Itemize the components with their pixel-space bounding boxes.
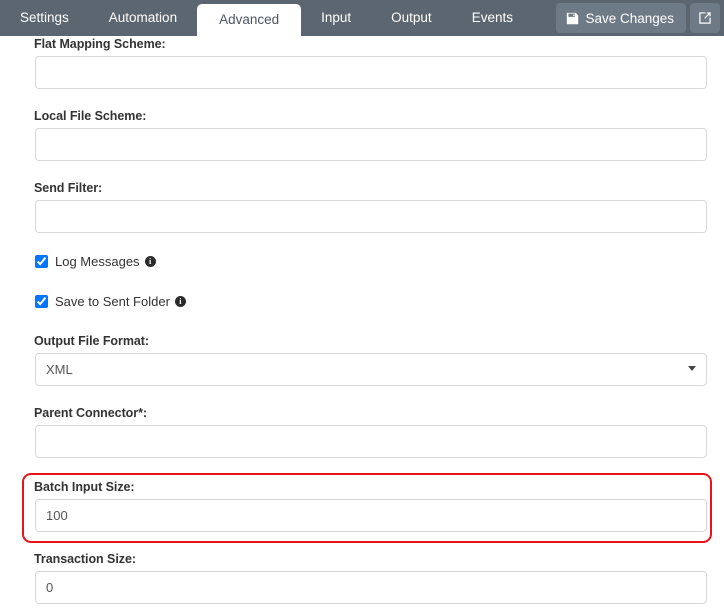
local-file-scheme-label: Local File Scheme: <box>34 109 147 123</box>
info-icon[interactable]: i <box>144 256 156 267</box>
field-save-to-sent-folder: Save to Sent Folder i <box>0 294 724 309</box>
send-filter-label: Send Filter: <box>34 181 103 195</box>
tab-output[interactable]: Output <box>371 0 452 36</box>
field-flat-mapping-scheme: Flat Mapping Scheme: <box>0 37 724 89</box>
batch-input-size-input[interactable] <box>35 499 707 532</box>
tab-bar: Settings Automation Advanced Input Outpu… <box>0 0 724 36</box>
log-messages-label: Log Messages <box>55 254 140 269</box>
transaction-size-input[interactable] <box>35 571 707 604</box>
tab-events[interactable]: Events <box>452 0 533 36</box>
send-filter-input[interactable] <box>35 200 707 233</box>
transaction-size-label: Transaction Size: <box>34 552 136 566</box>
field-local-file-scheme: Local File Scheme: <box>0 109 724 161</box>
save-changes-label: Save Changes <box>585 10 674 26</box>
flat-mapping-scheme-input[interactable] <box>35 56 707 89</box>
field-parent-connector: Parent Connector*: <box>0 406 724 458</box>
output-file-format-select[interactable]: XML <box>35 353 707 386</box>
save-to-sent-folder-row[interactable]: Save to Sent Folder i <box>35 294 708 309</box>
local-file-scheme-input[interactable] <box>35 128 707 161</box>
tab-advanced[interactable]: Advanced <box>197 4 302 36</box>
field-send-filter: Send Filter: <box>0 181 724 233</box>
save-to-sent-folder-checkbox[interactable] <box>35 295 48 308</box>
info-icon[interactable]: i <box>174 296 186 307</box>
field-log-messages: Log Messages i <box>0 254 724 269</box>
external-link-icon <box>698 11 712 25</box>
tab-input[interactable]: Input <box>301 0 371 36</box>
save-changes-button[interactable]: Save Changes <box>556 3 686 33</box>
batch-input-size-label: Batch Input Size: <box>34 480 135 494</box>
tab-automation[interactable]: Automation <box>89 0 197 36</box>
field-output-file-format: Output File Format: XML <box>0 334 724 386</box>
advanced-settings-form: Flat Mapping Scheme: Local File Scheme: … <box>0 36 724 610</box>
field-transaction-size: Transaction Size: <box>0 552 724 604</box>
tab-settings[interactable]: Settings <box>0 0 89 36</box>
open-external-button[interactable] <box>690 3 720 33</box>
parent-connector-input[interactable] <box>35 425 707 458</box>
output-file-format-select-wrapper: XML <box>35 353 707 386</box>
flat-mapping-scheme-label: Flat Mapping Scheme: <box>34 37 166 51</box>
output-file-format-label: Output File Format: <box>34 334 150 348</box>
log-messages-checkbox[interactable] <box>35 255 48 268</box>
field-batch-input-size: Batch Input Size: <box>0 480 724 532</box>
floppy-disk-icon <box>566 12 579 25</box>
parent-connector-label: Parent Connector*: <box>34 406 148 420</box>
log-messages-row[interactable]: Log Messages i <box>35 254 708 269</box>
save-to-sent-folder-label: Save to Sent Folder <box>55 294 170 309</box>
